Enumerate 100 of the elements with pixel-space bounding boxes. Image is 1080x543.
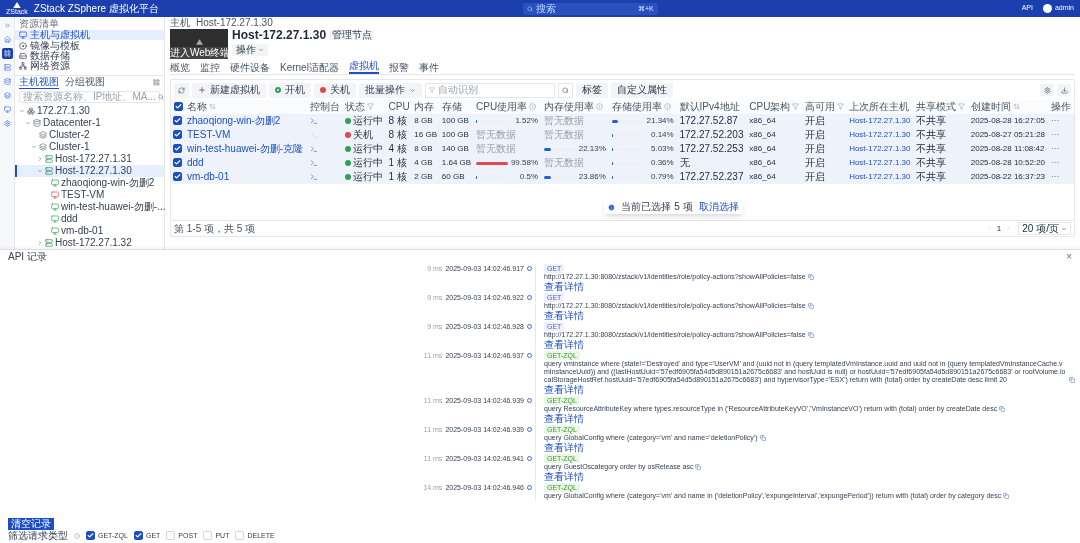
vm-name-link[interactable]: win-test-huawei-勿删-克隆 bbox=[187, 142, 304, 154]
sort-icon[interactable] bbox=[209, 103, 216, 110]
tab[interactable]: 报警 bbox=[388, 62, 409, 74]
details-link[interactable]: 查看详情 bbox=[544, 384, 584, 395]
settings-button[interactable] bbox=[1040, 84, 1054, 96]
table-row[interactable]: TEST-VM 关机 8 核 16 GB 100 GB 暂无数据 暂无数据 0.14% 172.27.52.203 x86_64 开启 Host-172.27.1.30 不共享 2025-08-27 05:21:28 ··· bbox=[171, 128, 1074, 142]
sidebar-item[interactable]: 主机与虚拟机 bbox=[15, 30, 164, 41]
host-link[interactable]: Host-172.27.1.30 bbox=[849, 130, 911, 139]
database-icon[interactable] bbox=[1, 76, 13, 87]
tree-item[interactable]: zhaoqiong-win-勿删2 bbox=[15, 177, 164, 190]
caret-icon[interactable] bbox=[31, 144, 37, 151]
console-icon[interactable] bbox=[310, 173, 319, 181]
filter-icon[interactable] bbox=[792, 103, 800, 110]
copy-icon[interactable] bbox=[1003, 493, 1010, 499]
vm-name-link[interactable]: ddd bbox=[187, 156, 204, 168]
filter-icon[interactable] bbox=[367, 103, 375, 110]
caret-icon[interactable] bbox=[19, 108, 25, 115]
checkbox[interactable] bbox=[173, 116, 182, 126]
settings-icon[interactable] bbox=[1, 118, 13, 129]
more-button[interactable]: ··· bbox=[1051, 172, 1060, 182]
actions-button[interactable]: 操作 bbox=[232, 44, 268, 56]
tree-item[interactable]: 172.27.1.30 bbox=[15, 105, 164, 118]
caret-icon[interactable] bbox=[37, 156, 43, 163]
caret-icon[interactable] bbox=[37, 168, 43, 175]
view-tab[interactable]: 分组视图 bbox=[65, 76, 105, 89]
grid-icon[interactable] bbox=[1, 48, 13, 59]
more-button[interactable]: ··· bbox=[1051, 158, 1060, 168]
tree-item[interactable]: Cluster-2 bbox=[15, 129, 164, 142]
table-row[interactable]: vm-db-01 运行中 1 核 2 GB 60 GB 0.5% 23.86% 0.79% 172.27.52.237 x86_64 开启 Host-172.27.1.30 不共享 2025-08-22 16:37:23 ··· bbox=[171, 170, 1074, 184]
toolbar-button[interactable]: 开机 bbox=[269, 82, 311, 98]
copy-icon[interactable] bbox=[1069, 377, 1075, 383]
table-row[interactable]: win-test-huawei-勿删-克隆 运行中 4 核 8 GB 140 GB 暂无数据 22.13% 5.03% 172.27.52.253 x86_64 开启 Host-172.27.1.30 不共享 2025-08-28 11:08:42 ··· bbox=[171, 142, 1074, 156]
copy-icon[interactable] bbox=[807, 274, 814, 280]
checkbox[interactable] bbox=[133, 531, 143, 540]
tree-item[interactable]: Host-172.27.1.30 bbox=[15, 165, 164, 178]
host-link[interactable]: Host-172.27.1.30 bbox=[849, 116, 911, 125]
table-row[interactable]: zhaoqiong-win-勿删2 运行中 8 核 8 GB 100 GB 1.52% 暂无数据 21.34% 172.27.52.87 x86_64 开启 Host-172.27.1.30 不共享 2025-08-28 16:27:05 ··· bbox=[171, 114, 1074, 128]
copy-icon[interactable] bbox=[759, 435, 766, 441]
details-link[interactable]: 查看详情 bbox=[544, 442, 584, 453]
vm-name-link[interactable]: vm-db-01 bbox=[187, 170, 230, 182]
toolbar-button[interactable]: 批量操作 bbox=[359, 82, 422, 98]
checkbox[interactable] bbox=[173, 130, 182, 140]
tree-item[interactable]: ddd bbox=[15, 213, 164, 226]
filter-icon[interactable] bbox=[958, 103, 966, 110]
checkbox[interactable] bbox=[86, 531, 95, 540]
close-button[interactable]: × bbox=[1066, 252, 1072, 262]
details-link[interactable]: 查看详情 bbox=[544, 413, 584, 424]
tree-item[interactable]: TEST-VM bbox=[15, 189, 164, 202]
layers-icon[interactable] bbox=[1, 90, 13, 101]
table-row[interactable]: ddd 运行中 1 核 4 GB 1.64 GB 99.58% 暂无数据 0.36% 无 x86_64 开启 Host-172.27.1.30 不共享 2025-08-28 10:52:20 ··· bbox=[171, 156, 1074, 170]
search-button[interactable] bbox=[558, 82, 573, 98]
tree-item[interactable]: win-test-huawei-勿删-... bbox=[15, 201, 164, 214]
more-button[interactable]: ··· bbox=[1051, 116, 1060, 126]
checkbox[interactable] bbox=[173, 102, 183, 112]
custom-attributes-button[interactable]: 自定义属性 bbox=[611, 82, 673, 98]
download-button[interactable] bbox=[1057, 84, 1071, 96]
tab[interactable]: 概览 bbox=[170, 62, 190, 74]
host-link[interactable]: Host-172.27.1.30 bbox=[849, 172, 911, 181]
monitor-icon[interactable] bbox=[1, 104, 13, 115]
more-button[interactable]: ··· bbox=[1051, 130, 1060, 140]
previous-page-icon[interactable] bbox=[985, 225, 993, 232]
console-icon[interactable] bbox=[310, 159, 319, 167]
tab[interactable]: 硬件设备 bbox=[230, 62, 270, 74]
tree-item[interactable]: Cluster-1 bbox=[15, 141, 164, 154]
copy-icon[interactable] bbox=[807, 303, 814, 309]
host-link[interactable]: Host-172.27.1.30 bbox=[849, 144, 911, 153]
view-tab[interactable]: 主机视图 bbox=[19, 75, 59, 89]
vm-name-link[interactable]: TEST-VM bbox=[187, 128, 231, 140]
sidebar-item[interactable]: 镜像与模板 bbox=[15, 40, 164, 51]
tree-item[interactable]: Host-172.27.1.31 bbox=[15, 153, 164, 166]
avatar-icon[interactable] bbox=[1042, 4, 1052, 13]
toolbar-button[interactable]: 关机 bbox=[314, 82, 356, 98]
details-link[interactable]: 查看详情 bbox=[544, 471, 584, 482]
tab[interactable]: 虚拟机 bbox=[348, 60, 379, 74]
sidebar-item[interactable]: 网络资源 bbox=[15, 61, 164, 72]
tree-item[interactable]: Datacenter-1 bbox=[15, 117, 164, 130]
clear-selection-link[interactable]: 取消选择 bbox=[698, 202, 739, 212]
more-button[interactable]: ··· bbox=[1051, 144, 1060, 154]
vm-name-link[interactable]: zhaoqiong-win-勿删2 bbox=[187, 114, 281, 126]
tag-button[interactable]: 标签 bbox=[576, 82, 608, 98]
tree-item[interactable]: vm-db-01 bbox=[15, 225, 164, 238]
tab[interactable]: 事件 bbox=[418, 62, 439, 74]
details-link[interactable]: 查看详情 bbox=[544, 339, 584, 350]
filter-icon[interactable] bbox=[836, 103, 844, 110]
caret-icon[interactable] bbox=[25, 120, 31, 127]
checkbox[interactable] bbox=[173, 144, 182, 154]
collapse-icon[interactable] bbox=[153, 78, 160, 86]
host-link[interactable]: Host-172.27.1.30 bbox=[849, 158, 911, 167]
checkbox[interactable] bbox=[173, 172, 182, 182]
console-icon[interactable] bbox=[310, 145, 319, 153]
caret-icon[interactable] bbox=[37, 240, 43, 247]
page-number[interactable]: 1 bbox=[996, 222, 1002, 235]
console-icon[interactable] bbox=[310, 117, 319, 125]
tab[interactable]: 监控 bbox=[200, 62, 220, 74]
details-link[interactable]: 查看详情 bbox=[544, 310, 584, 321]
copy-icon[interactable] bbox=[999, 406, 1006, 412]
toolbar-button[interactable]: 新建虚拟机 bbox=[192, 82, 266, 98]
page-size-select[interactable]: 20 项/页 bbox=[1018, 222, 1071, 235]
breadcrumb-item[interactable]: 主机 bbox=[170, 18, 190, 28]
tab[interactable]: Kernel适配器 bbox=[280, 62, 339, 74]
